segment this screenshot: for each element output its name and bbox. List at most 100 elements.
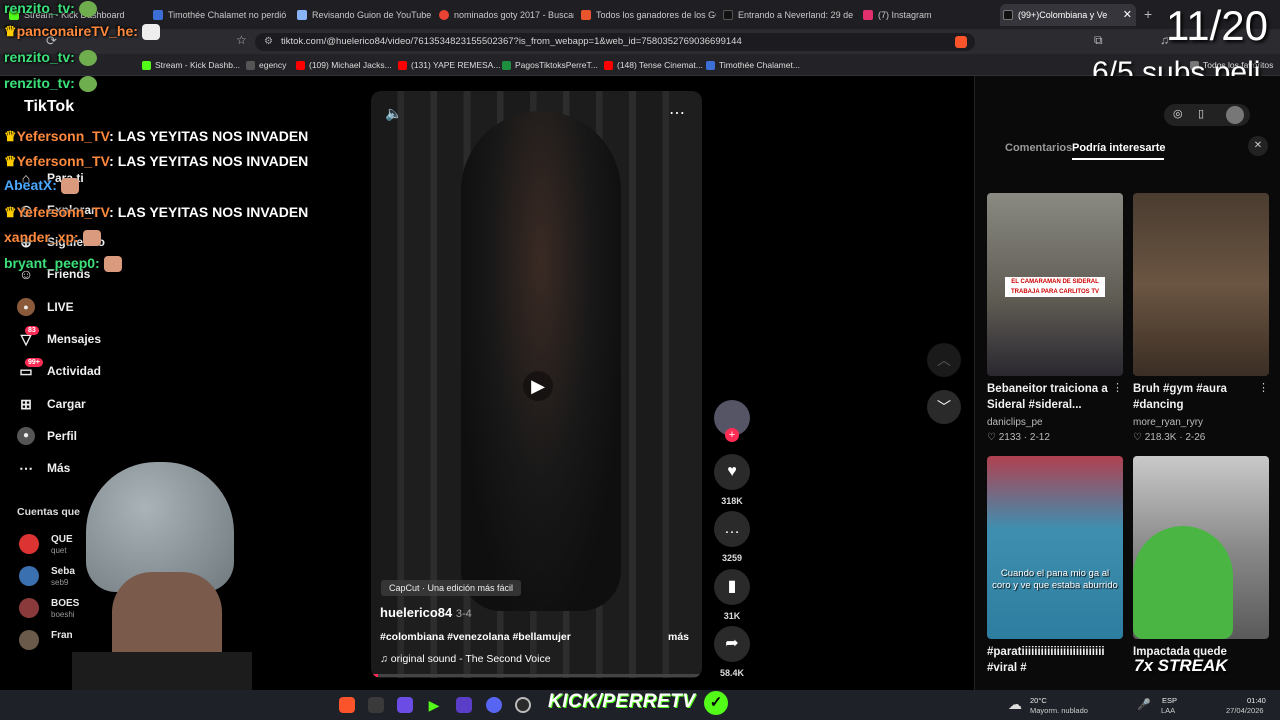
tab-ganadores[interactable]: Todos los ganadores de los GO [578,4,716,26]
recommended-video-thumb[interactable]: EL CAMARAMAN DE SIDERAL TRABAJA PARA CAR… [987,193,1123,376]
weather-temp[interactable]: 20°C [1030,696,1047,705]
language-code[interactable]: ESP [1162,696,1177,705]
site-info-icon[interactable]: ⚙ [264,33,273,51]
video-hashtags[interactable]: #colombiana #venezolana #bellamujer [380,631,571,643]
share-button[interactable]: ➦ 58.4K [713,626,751,678]
extensions-icon[interactable]: ⧉ [1094,33,1103,48]
sidebar-item-actividad[interactable]: ▭ 99+ Actividad [17,358,101,383]
tab-instagram[interactable]: (7) Instagram [860,4,996,26]
recommended-video-stats: ♡ 218.3K · 2-26 [1133,432,1206,443]
youtube-icon [398,61,407,70]
close-tab-icon[interactable]: ✕ [1123,4,1132,26]
bookmark-icon[interactable]: ☆ [236,33,247,47]
pepe-emote-icon [78,1,97,18]
tab-guion[interactable]: Revisando Guion de YouTube [294,4,432,26]
new-tab-icon[interactable]: + [1144,6,1152,22]
chevron-up-icon: ︿ [937,352,951,368]
user-avatar[interactable] [1226,106,1244,124]
recommended-video-thumb[interactable] [1133,193,1269,376]
kick-app-icon[interactable]: ▶ [426,697,442,713]
obs-icon[interactable] [515,697,531,713]
like-button[interactable]: ♥ 318K [713,454,751,506]
discord-icon[interactable] [486,697,502,713]
face-emote-icon [60,178,79,195]
recommended-video-thumb[interactable]: Cuando el pana mio ga al coro y ve que e… [987,456,1123,639]
save-button[interactable]: ▮ 31K [713,569,751,621]
tab-tiktok-active[interactable]: (99+)Colombiana y Ve ✕ [1000,4,1136,26]
tiktok-logo[interactable]: TikTok [24,98,74,116]
bookmark-chalamet[interactable]: Timothée Chalamet... [706,58,800,72]
comment-button[interactable]: … 3259 [713,511,751,563]
brave-shield-icon[interactable] [955,36,967,48]
follow-plus-icon[interactable]: + [725,428,739,442]
tab-goty-search[interactable]: nominados goty 2017 - Buscar [436,4,574,26]
close-panel-icon[interactable]: ✕ [1248,136,1268,156]
youtube-icon [604,61,613,70]
video-sound[interactable]: ♫ original sound - The Second Voice [380,653,551,665]
avatar [19,630,39,650]
recommended-video-title[interactable]: #paratiiiiiiiiiiiiiiiiiiiiiiiiii #viral … [987,644,1123,676]
video-player[interactable]: 🔈 ⋯ ▶ CapCut · Una edición más fácil hue… [371,91,702,678]
next-video-button[interactable]: ﹀ [927,390,961,424]
video-author[interactable]: huelerico84 3-4 [380,605,472,620]
url-field[interactable]: ⚙ tiktok.com/@huelerico84/video/76135348… [255,33,975,51]
music-note-icon: ♫ [380,653,391,665]
capcut-tag[interactable]: CapCut · Una edición más fácil [381,580,522,596]
phone-icon[interactable]: ▯ [1198,107,1204,120]
card-more-icon[interactable]: ⋮ [1112,381,1123,394]
previous-video-button[interactable]: ︿ [927,343,961,377]
google-icon [439,10,449,20]
card-more-icon[interactable]: ⋮ [1258,381,1269,394]
grid-app-icon[interactable] [397,697,413,713]
video-more-link[interactable]: más [668,631,689,643]
volume-icon[interactable]: 🔈 [385,105,402,122]
bookmark-pagos[interactable]: PagosTiktoksPerreT... [502,58,598,72]
bookmark-tense[interactable]: (148) Tense Cinemat... [604,58,703,72]
play-icon[interactable]: ▶ [523,371,553,401]
tab-podria-interesarte[interactable]: Podría interesarte [1072,142,1166,154]
tab-comentarios[interactable]: Comentarios [1005,142,1072,154]
video-more-icon[interactable]: ⋯ [669,103,685,123]
sidebar-item-cargar[interactable]: ⊞ Cargar [17,392,86,416]
tab-chalamet[interactable]: Timothée Chalamet no perdió [150,4,290,26]
recommended-video-thumb[interactable] [1133,456,1269,639]
author-avatar-button[interactable]: + [713,400,751,442]
microphone-icon[interactable]: 🎤 [1137,698,1151,711]
gemini-icon [297,10,307,20]
clock-date[interactable]: 27/04/2026 [1226,706,1264,715]
language-layout[interactable]: LAA [1161,706,1175,715]
cat-emote-icon [141,24,160,41]
browser-tab-bar: Stream - Kick Dashboard Timothée Chalame… [0,0,1280,30]
recommended-video-author[interactable]: more_ryan_ryry [1133,417,1203,428]
sidebar-item-mensajes[interactable]: ▽ 83 Mensajes [17,326,101,351]
streaming-app-icon[interactable] [456,697,472,713]
actividad-badge: 99+ [25,358,43,367]
bookmark-egency[interactable]: egency [246,58,286,72]
brave-icon[interactable] [339,697,355,713]
chat-message: AbeatX: [4,177,79,195]
weather-desc[interactable]: Mayorm. nublado [1030,706,1088,715]
video-progress-track[interactable] [371,674,702,677]
crown-icon: ♛ [4,128,17,144]
sidebar-item-mas[interactable]: ⋯ Más [17,456,70,480]
tab-neverland[interactable]: Entrando a Neverland: 29 de a [720,4,856,26]
message-icon: ▽ 83 [17,326,39,348]
clock-time[interactable]: 01:40 [1247,696,1266,705]
bookmark-yape[interactable]: (131) YAPE REMESA... [398,58,500,72]
compass-icon[interactable]: ◎ [1173,107,1183,120]
chat-message: renzito_tv: [4,75,97,93]
bookmark-michael[interactable]: (109) Michael Jacks... [296,58,392,72]
chat-message: bryant_peep0: [4,255,122,273]
recommended-video-title[interactable]: Bruh #gym #aura #dancing [1133,381,1269,413]
docs-icon [153,10,163,20]
recommended-video-author[interactable]: daniclips_pe [987,417,1043,428]
recommended-video-title[interactable]: Bebaneitor traiciona a Sideral #sideral.… [987,381,1123,413]
bookmarks-bar: Stream - Kick Dashb... egency (109) Mich… [0,54,1280,76]
sidebar-item-live[interactable]: ● LIVE [17,295,74,319]
app-icon[interactable] [368,697,384,713]
face-emote-icon [103,256,122,273]
weather-icon[interactable]: ☁ [1008,696,1022,713]
sidebar-item-perfil[interactable]: ● Perfil [17,424,77,448]
bookmark-kick[interactable]: Stream - Kick Dashb... [142,58,240,72]
heart-icon: ♡ [987,432,999,443]
